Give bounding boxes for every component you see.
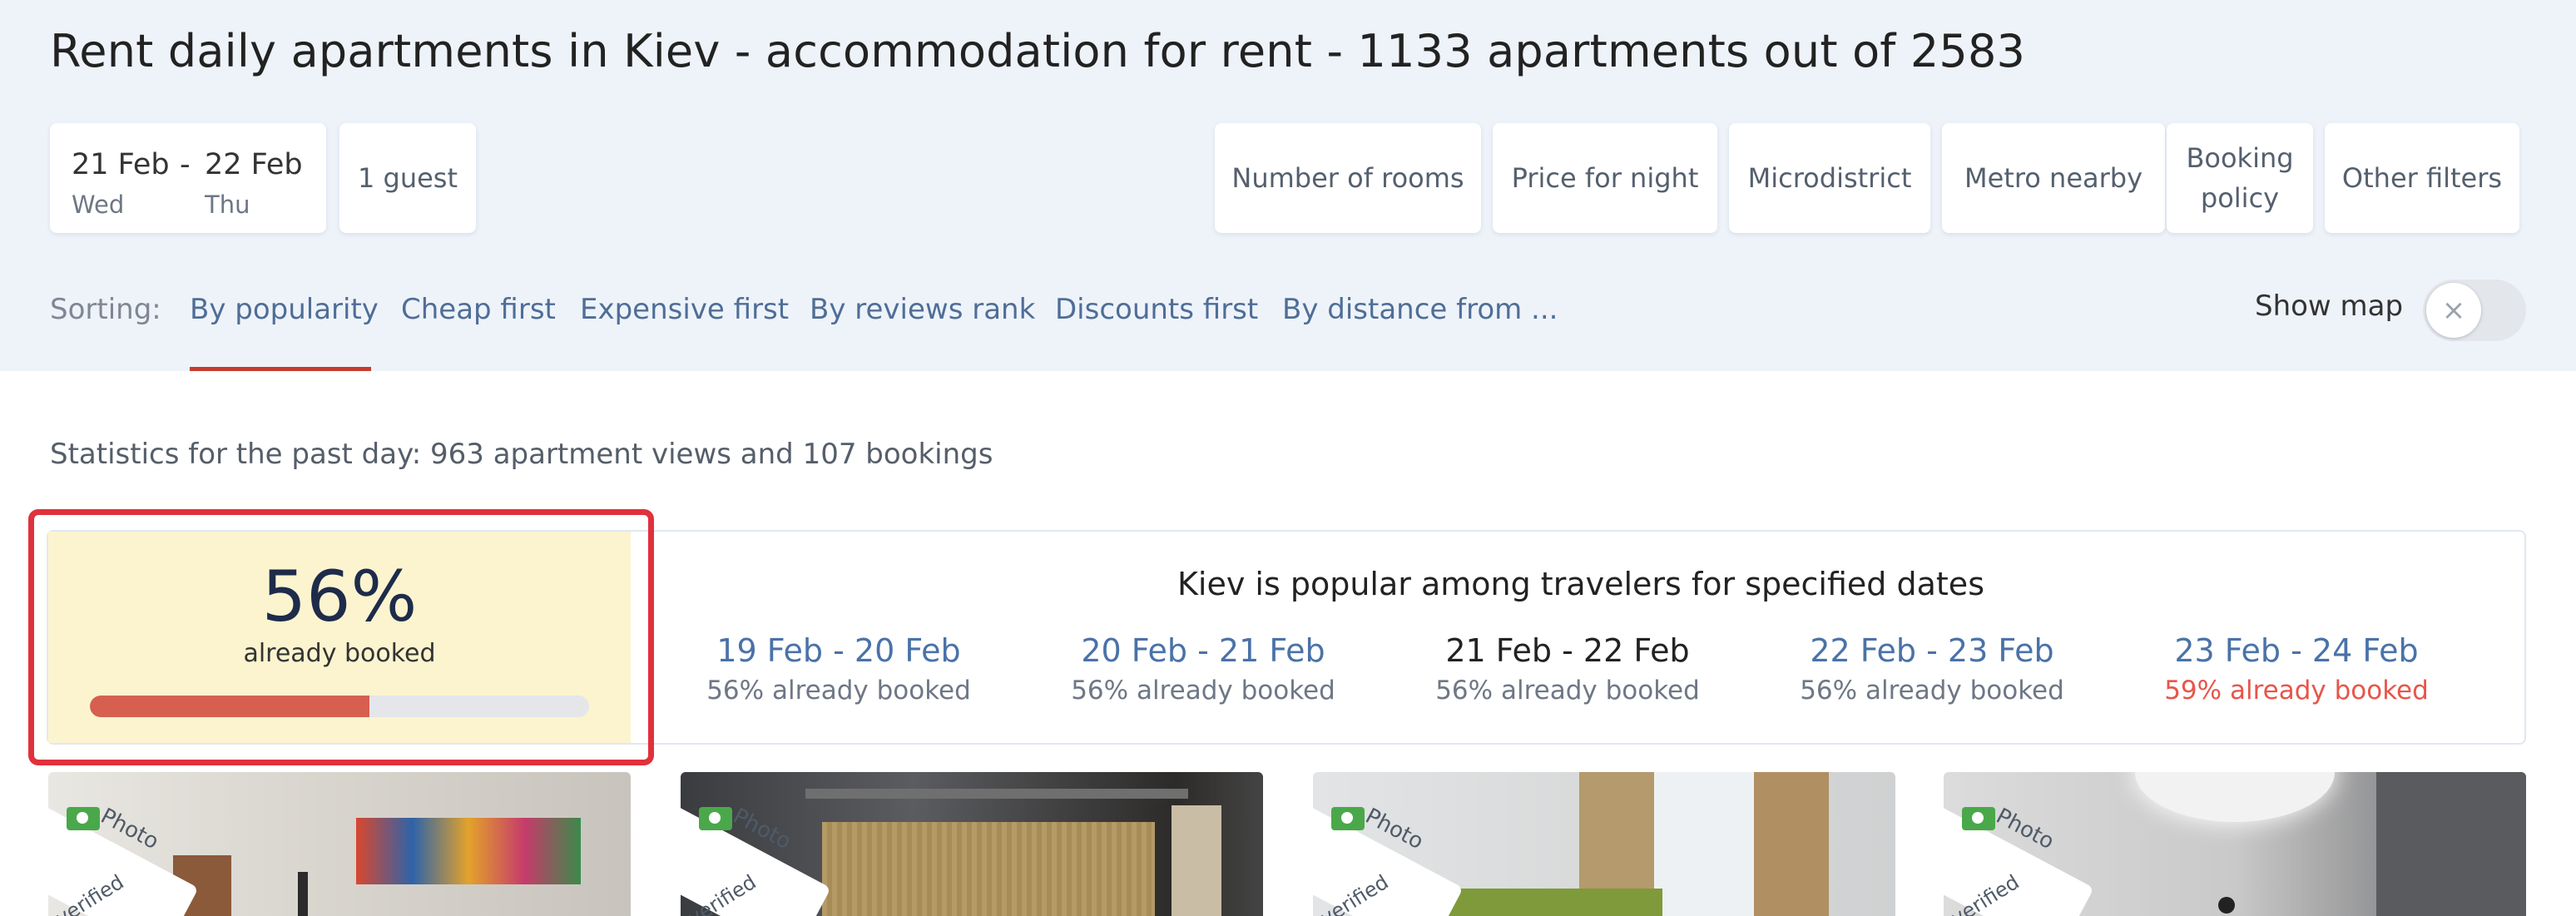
day-range: 20 Feb - 21 Feb bbox=[1081, 632, 1325, 669]
day-range: 19 Feb - 20 Feb bbox=[716, 632, 961, 669]
listing-card[interactable]: Photo verified bbox=[1944, 772, 2526, 916]
listing-card[interactable]: Photo verified bbox=[681, 772, 1263, 916]
camera-icon bbox=[1331, 807, 1365, 830]
camera-icon bbox=[1962, 807, 1995, 830]
listing-card[interactable]: Photo verified bbox=[1313, 772, 1895, 916]
highlight-frame bbox=[28, 509, 654, 765]
day-booked: 56% already booked bbox=[1435, 676, 1700, 706]
guests-selector[interactable]: 1 guest bbox=[339, 123, 476, 233]
day-booked: 59% already booked bbox=[2164, 676, 2429, 706]
filter-price-button[interactable]: Price for night bbox=[1493, 123, 1717, 233]
camera-icon bbox=[699, 807, 732, 830]
day-booked: 56% already booked bbox=[1071, 676, 1335, 706]
sort-by-popularity[interactable]: By popularity bbox=[190, 293, 379, 326]
listing-card[interactable]: Photo verified bbox=[48, 772, 631, 916]
sort-by-distance[interactable]: By distance from ... bbox=[1282, 293, 1558, 326]
sort-discounts-first[interactable]: Discounts first bbox=[1055, 293, 1258, 326]
check-in-day: Wed bbox=[72, 191, 125, 219]
check-out-day: Thu bbox=[205, 191, 250, 219]
day-booked: 56% already booked bbox=[1800, 676, 2064, 706]
page-title: Rent daily apartments in Kiev - accommod… bbox=[50, 25, 2026, 77]
popularity-title: Kiev is popular among travelers for spec… bbox=[1177, 566, 1984, 602]
sorting-label: Sorting: bbox=[50, 293, 161, 326]
popularity-day[interactable]: 19 Feb - 20 Feb 56% already booked bbox=[664, 632, 1013, 706]
filter-price-label: Price for night bbox=[1511, 162, 1699, 194]
day-range: 23 Feb - 24 Feb bbox=[2174, 632, 2419, 669]
day-range: 22 Feb - 23 Feb bbox=[1810, 632, 2054, 669]
show-map-label: Show map bbox=[2255, 290, 2404, 323]
filter-booking-policy-line2: policy bbox=[2200, 182, 2280, 214]
popularity-day[interactable]: 23 Feb - 24 Feb 59% already booked bbox=[2122, 632, 2471, 706]
toggle-off-icon: × bbox=[2426, 283, 2481, 338]
filter-metro-button[interactable]: Metro nearby bbox=[1942, 123, 2165, 233]
check-in-date: 21 Feb bbox=[72, 148, 170, 181]
filter-metro-label: Metro nearby bbox=[1964, 162, 2143, 194]
check-out-date: 22 Feb bbox=[205, 148, 303, 181]
popularity-day-current: 21 Feb - 22 Feb 56% already booked bbox=[1393, 632, 1742, 706]
daily-statistics: Statistics for the past day: 963 apartme… bbox=[50, 438, 993, 471]
filter-other-button[interactable]: Other filters bbox=[2325, 123, 2519, 233]
date-range-picker[interactable]: 21 Feb - 22 Feb Wed Thu bbox=[50, 123, 326, 233]
day-range: 21 Feb - 22 Feb bbox=[1445, 632, 1690, 669]
guests-label: 1 guest bbox=[357, 162, 458, 194]
day-booked: 56% already booked bbox=[706, 676, 971, 706]
sort-by-reviews-rank[interactable]: By reviews rank bbox=[810, 293, 1035, 326]
popularity-day[interactable]: 20 Feb - 21 Feb 56% already booked bbox=[1028, 632, 1378, 706]
filter-rooms-label: Number of rooms bbox=[1231, 162, 1464, 194]
filter-booking-policy-line1: Booking bbox=[2186, 142, 2294, 174]
date-separator: - bbox=[180, 148, 191, 181]
active-sort-underline bbox=[190, 367, 371, 371]
popularity-day[interactable]: 22 Feb - 23 Feb 56% already booked bbox=[1757, 632, 2107, 706]
filter-microdistrict-button[interactable]: Microdistrict bbox=[1729, 123, 1930, 233]
filter-microdistrict-label: Microdistrict bbox=[1747, 162, 1912, 194]
filter-other-label: Other filters bbox=[2341, 162, 2503, 194]
sort-expensive-first[interactable]: Expensive first bbox=[580, 293, 789, 326]
filter-rooms-button[interactable]: Number of rooms bbox=[1215, 123, 1481, 233]
show-map-toggle[interactable]: × bbox=[2423, 280, 2526, 341]
filter-booking-policy-button[interactable]: Booking policy bbox=[2167, 123, 2313, 233]
camera-icon bbox=[67, 807, 100, 830]
sort-cheap-first[interactable]: Cheap first bbox=[401, 293, 556, 326]
